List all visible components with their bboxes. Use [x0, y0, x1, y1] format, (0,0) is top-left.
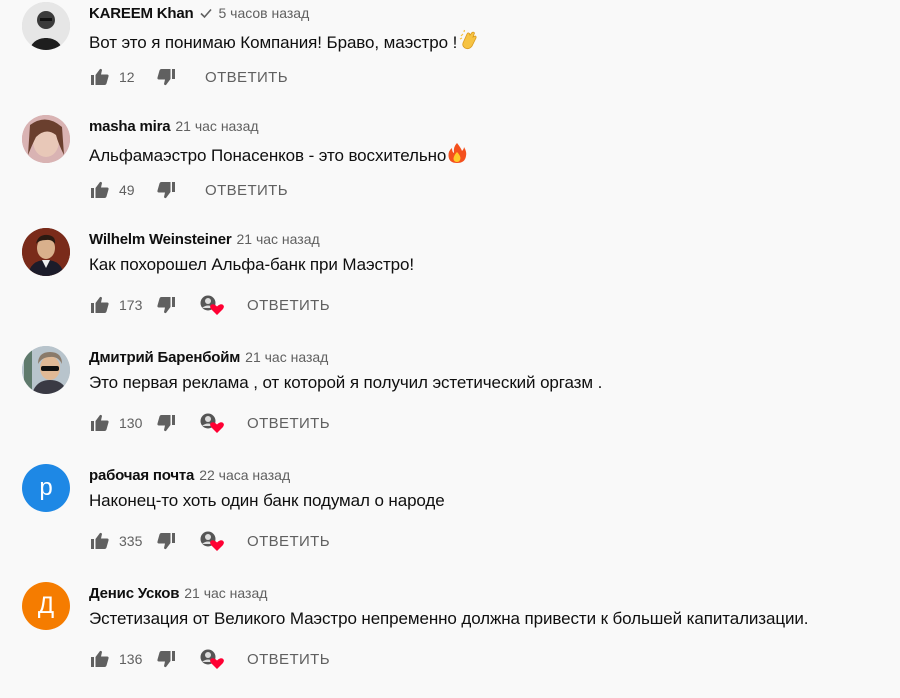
creator-heart-badge — [199, 294, 225, 316]
clapping-hands-icon — [458, 29, 480, 56]
like-count: 49 — [119, 182, 135, 198]
thumb-up-icon — [91, 650, 109, 667]
creator-heart-badge — [199, 648, 225, 670]
avatar[interactable] — [22, 115, 70, 163]
dislike-button[interactable] — [155, 294, 177, 316]
comment-text: Альфамаэстро Понасенков - это восхительн… — [89, 142, 467, 169]
reply-button[interactable]: ОТВЕТИТЬ — [247, 297, 330, 314]
creator-heart-icon — [200, 649, 224, 669]
like-count: 12 — [119, 69, 135, 85]
comment-author[interactable]: рабочая почта — [89, 467, 194, 484]
comment-text-body: Как похорошел Альфа-банк при Маэстро! — [89, 255, 414, 274]
comment-text-body: Альфамаэстро Понасенков - это восхительн… — [89, 146, 447, 165]
comment-text: Эстетизация от Великого Маэстро непремен… — [89, 609, 808, 629]
thumb-up-icon — [91, 68, 109, 85]
dislike-button[interactable] — [155, 66, 177, 88]
comment-text-body: Вот это я понимаю Компания! Браво, маэст… — [89, 33, 458, 52]
avatar-letter: Д — [37, 592, 55, 619]
reply-button[interactable]: ОТВЕТИТЬ — [205, 69, 288, 86]
comment-time[interactable]: 21 час назад — [245, 349, 328, 365]
comment-time[interactable]: 21 час назад — [184, 585, 267, 601]
thumb-up-icon — [91, 414, 109, 431]
creator-heart-badge — [199, 530, 225, 552]
comment-time[interactable]: 5 часов назад — [218, 5, 309, 21]
thumb-down-icon — [157, 415, 175, 432]
comment-author[interactable]: Дмитрий Баренбойм — [89, 349, 240, 366]
comment-text-body: Наконец-то хоть один банк подумал о наро… — [89, 491, 445, 510]
dislike-button[interactable] — [155, 412, 177, 434]
like-count: 173 — [119, 297, 143, 313]
comment-author[interactable]: masha mira — [89, 118, 171, 135]
comment-text-body: Это первая реклама , от которой я получи… — [89, 373, 603, 392]
creator-heart-badge — [199, 412, 225, 434]
creator-heart-icon — [200, 413, 224, 433]
fire-icon — [447, 142, 467, 169]
comment-time[interactable]: 21 час назад — [175, 118, 258, 134]
avatar[interactable] — [22, 228, 70, 276]
reply-button[interactable]: ОТВЕТИТЬ — [247, 651, 330, 668]
comment-item: Wilhelm Weinsteiner 21 час назад Как пох… — [0, 226, 900, 344]
comment-text-body: Эстетизация от Великого Маэстро непремен… — [89, 609, 809, 628]
thumb-up-icon — [91, 181, 109, 198]
avatar[interactable] — [22, 2, 70, 50]
comments-list: KAREEM Khan 5 часов назад Вот это я пони… — [0, 0, 900, 675]
comment-text: Как похорошел Альфа-банк при Маэстро! — [89, 255, 414, 275]
comment-text: Это первая реклама , от которой я получи… — [89, 373, 602, 393]
comment-text: Наконец-то хоть один банк подумал о наро… — [89, 491, 445, 511]
like-button[interactable] — [89, 179, 111, 201]
comment-time[interactable]: 21 час назад — [237, 231, 320, 247]
avatar[interactable]: р — [22, 464, 70, 512]
verified-check-icon — [200, 8, 213, 19]
comment-item: masha mira 21 час назад Альфамаэстро Пон… — [0, 113, 900, 231]
thumb-up-icon — [91, 532, 109, 549]
dislike-button[interactable] — [155, 648, 177, 670]
comment-item: Д Денис Усков 21 час назад Эстетизация о… — [0, 580, 900, 698]
like-button[interactable] — [89, 648, 111, 670]
comment-item: KAREEM Khan 5 часов назад Вот это я пони… — [0, 0, 900, 118]
thumb-down-icon — [157, 69, 175, 86]
reply-button[interactable]: ОТВЕТИТЬ — [247, 415, 330, 432]
thumb-down-icon — [157, 533, 175, 550]
like-button[interactable] — [89, 66, 111, 88]
comment-author[interactable]: Wilhelm Weinsteiner — [89, 231, 232, 248]
thumb-down-icon — [157, 182, 175, 199]
creator-heart-icon — [200, 531, 224, 551]
avatar-letter: р — [39, 474, 53, 501]
avatar[interactable] — [22, 346, 70, 394]
comment-item: Дмитрий Баренбойм 21 час назад Это перва… — [0, 344, 900, 462]
like-button[interactable] — [89, 412, 111, 434]
avatar[interactable]: Д — [22, 582, 70, 630]
comment-item: р рабочая почта 22 часа назад Наконец-то… — [0, 462, 900, 580]
like-count: 136 — [119, 651, 143, 667]
creator-heart-icon — [200, 295, 224, 315]
reply-button[interactable]: ОТВЕТИТЬ — [247, 533, 330, 550]
thumb-down-icon — [157, 651, 175, 668]
comment-text: Вот это я понимаю Компания! Браво, маэст… — [89, 29, 480, 56]
dislike-button[interactable] — [155, 530, 177, 552]
thumb-down-icon — [157, 297, 175, 314]
like-button[interactable] — [89, 530, 111, 552]
like-button[interactable] — [89, 294, 111, 316]
comment-author[interactable]: KAREEM Khan — [89, 5, 194, 22]
dislike-button[interactable] — [155, 179, 177, 201]
reply-button[interactable]: ОТВЕТИТЬ — [205, 182, 288, 199]
like-count: 130 — [119, 415, 143, 431]
comment-author[interactable]: Денис Усков — [89, 585, 179, 602]
comment-time[interactable]: 22 часа назад — [199, 467, 290, 483]
thumb-up-icon — [91, 296, 109, 313]
like-count: 335 — [119, 533, 143, 549]
